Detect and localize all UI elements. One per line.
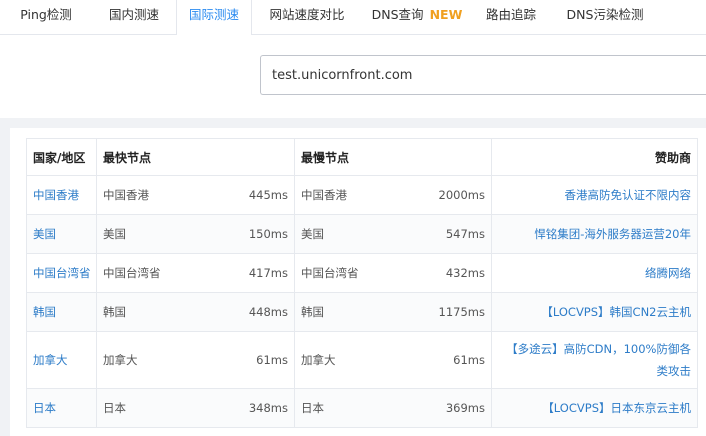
results-panel: 国家/地区 最快节点 最慢节点 赞助商 中国香港 中国香港 445ms 中国香港 2… — [10, 128, 706, 436]
tab-label: Ping检测 — [20, 7, 72, 22]
fast-ms: 150ms — [248, 227, 288, 241]
slow-ms: 1175ms — [438, 305, 485, 319]
url-input[interactable] — [260, 55, 706, 95]
tab-label: DNS污染检测 — [566, 7, 644, 22]
slow-node: 加拿大 — [301, 353, 336, 367]
sponsor-link[interactable]: 络腾网络 — [645, 266, 691, 280]
slow-node: 韩国 — [301, 305, 324, 319]
slow-ms: 432ms — [445, 266, 485, 280]
header-slowest: 最慢节点 — [294, 138, 492, 176]
tab-ping[interactable]: Ping检测 — [0, 0, 92, 34]
slow-ms: 369ms — [445, 401, 485, 415]
sponsor-link[interactable]: 【多途云】高防CDN，100%防御各类攻击 — [506, 342, 691, 378]
tab-label: 国内测速 — [108, 7, 159, 22]
country-link[interactable]: 美国 — [33, 227, 56, 241]
header-country: 国家/地区 — [26, 138, 97, 176]
fast-node: 美国 — [103, 227, 126, 241]
country-link[interactable]: 加拿大 — [33, 353, 68, 367]
slow-node: 日本 — [301, 401, 324, 415]
slow-ms: 2000ms — [438, 188, 485, 202]
results-table: 国家/地区 最快节点 最慢节点 赞助商 中国香港 中国香港 445ms 中国香港 2… — [26, 138, 698, 428]
table-row: 加拿大 加拿大 61ms 加拿大 61ms 【多途云】高防CDN，100%防御各类攻… — [26, 331, 698, 389]
tab-route-trace[interactable]: 路由追踪 — [472, 0, 550, 34]
header-fastest: 最快节点 — [96, 138, 295, 176]
country-link[interactable]: 韩国 — [33, 305, 56, 319]
tab-label: DNS查询 — [371, 7, 424, 22]
tab-international-speed[interactable]: 国际测速 — [176, 0, 252, 35]
slow-node: 美国 — [301, 227, 324, 241]
tab-bar: Ping检测 国内测速 国际测速 网站速度对比 DNS查询 NEW 路由追踪 DN… — [0, 0, 706, 35]
slow-ms: 61ms — [453, 353, 485, 367]
sponsor-link[interactable]: 【LOCVPS】日本东京云主机 — [542, 401, 691, 415]
table-row: 美国 美国 150ms 美国 547ms 悍铭集团-海外服务器运营20年 — [26, 214, 698, 254]
country-link[interactable]: 中国香港 — [33, 188, 79, 202]
country-link[interactable]: 中国台湾省 — [33, 266, 91, 280]
fast-ms: 448ms — [248, 305, 288, 319]
table-row: 中国台湾省 中国台湾省 417ms 中国台湾省 432ms 络腾网络 — [26, 253, 698, 293]
sponsor-link[interactable]: 悍铭集团-海外服务器运营20年 — [534, 227, 691, 241]
slow-node: 中国台湾省 — [301, 266, 359, 280]
sponsor-link[interactable]: 【LOCVPS】韩国CN2云主机 — [541, 305, 691, 319]
fast-node: 中国香港 — [103, 188, 149, 202]
table-row: 韩国 韩国 448ms 韩国 1175ms 【LOCVPS】韩国CN2云主机 — [26, 292, 698, 332]
tab-label: 路由追踪 — [485, 7, 536, 22]
top-panel: Ping检测 国内测速 国际测速 网站速度对比 DNS查询 NEW 路由追踪 DN… — [0, 0, 706, 118]
table-row: 中国香港 中国香港 445ms 中国香港 2000ms 香港高防免认证不限内容 — [26, 175, 698, 215]
fast-ms: 417ms — [248, 266, 288, 280]
fast-node: 中国台湾省 — [103, 266, 161, 280]
header-sponsor: 赞助商 — [491, 138, 698, 176]
slow-ms: 547ms — [445, 227, 485, 241]
tab-site-compare[interactable]: 网站速度对比 — [252, 0, 362, 34]
new-badge: NEW — [429, 7, 463, 22]
tab-label: 国际测速 — [188, 7, 239, 22]
country-link[interactable]: 日本 — [33, 401, 56, 415]
fast-node: 日本 — [103, 401, 126, 415]
fast-ms: 445ms — [248, 188, 288, 202]
fast-node: 韩国 — [103, 305, 126, 319]
tab-label: 网站速度对比 — [269, 7, 345, 22]
fast-node: 加拿大 — [103, 353, 138, 367]
table-header-row: 国家/地区 最快节点 最慢节点 赞助商 — [26, 138, 698, 176]
fast-ms: 61ms — [256, 353, 288, 367]
tab-dns-query[interactable]: DNS查询 NEW — [362, 0, 472, 34]
fast-ms: 348ms — [248, 401, 288, 415]
tab-domestic-speed[interactable]: 国内测速 — [92, 0, 176, 34]
table-row: 日本 日本 348ms 日本 369ms 【LOCVPS】日本东京云主机 — [26, 388, 698, 428]
tab-dns-pollution[interactable]: DNS污染检测 — [550, 0, 660, 34]
slow-node: 中国香港 — [301, 188, 347, 202]
sponsor-link[interactable]: 香港高防免认证不限内容 — [565, 188, 692, 202]
